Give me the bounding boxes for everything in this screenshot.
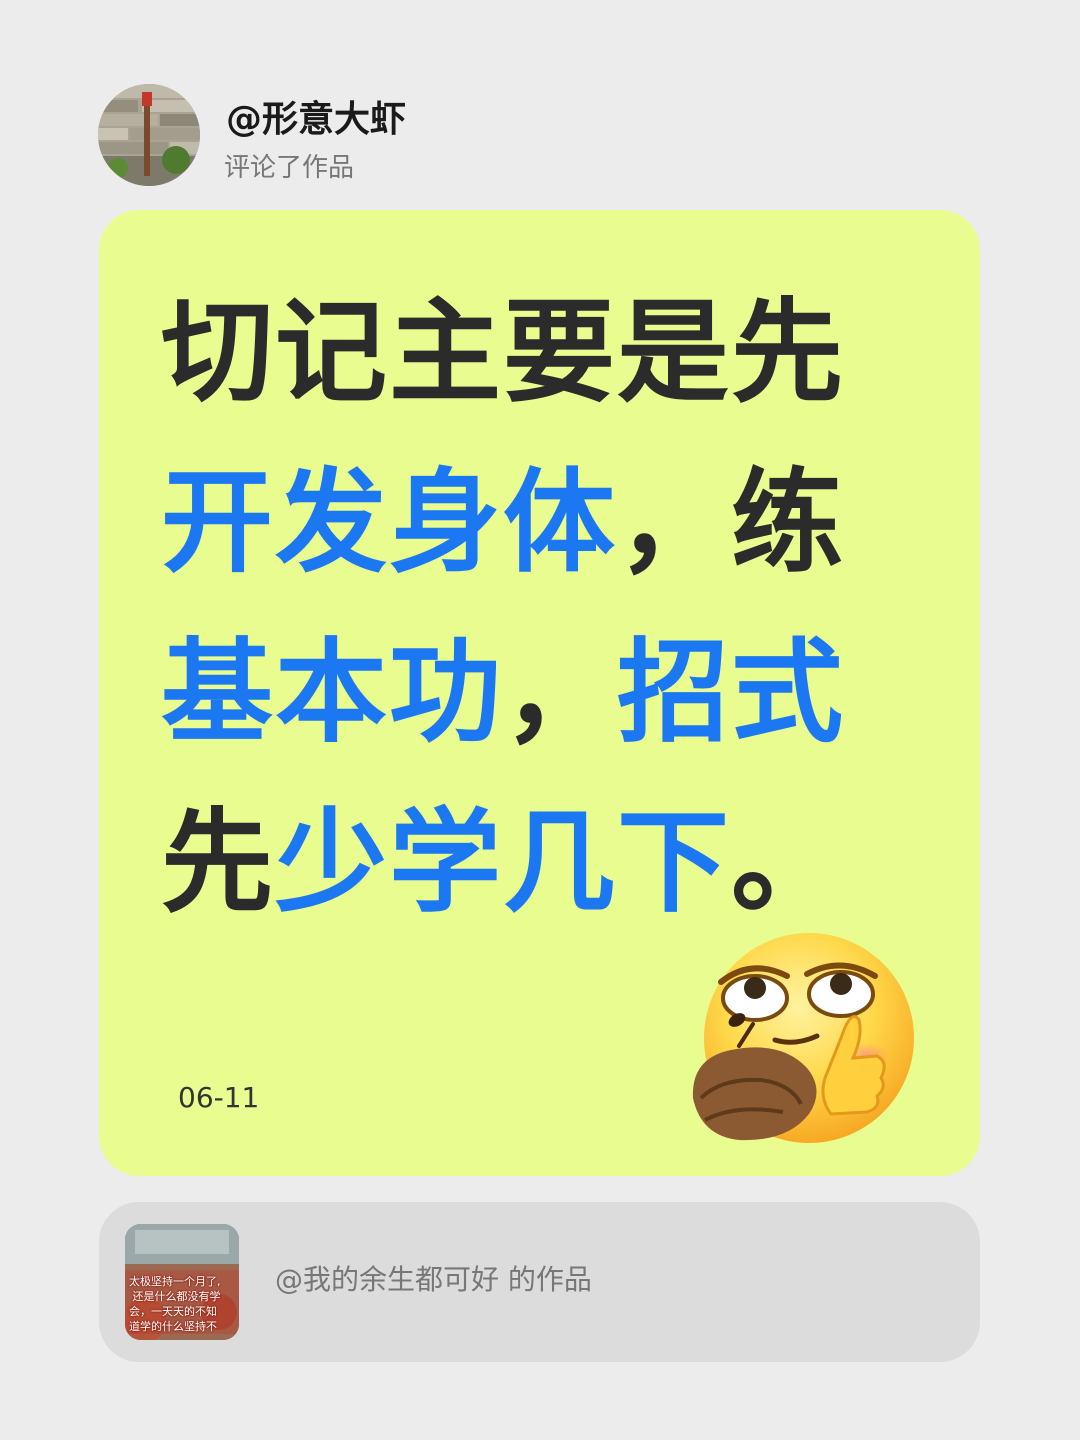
work-title[interactable]: @我的余生都可好 的作品 (275, 1260, 592, 1300)
avatar-image (98, 84, 200, 186)
comment-action-label: 评论了作品 (224, 153, 355, 183)
username[interactable]: @形意大虾 (226, 96, 406, 144)
comment-text: 切记主要是先 开发身体，练 基本功，招式 先少学几下。 (161, 268, 941, 948)
comment-segment: ， (503, 628, 617, 758)
comment-line: 开发身体，练 (161, 438, 941, 608)
comment-segment-highlight: 招式 (617, 628, 845, 758)
thumbnail-caption: 太极坚持一个月了, 还是什么都没有学 会，一天天的不知 道学的什么坚持不 (129, 1275, 221, 1333)
comment-segment: 。 (731, 798, 845, 928)
work-thumbnail[interactable]: 太极坚持一个月了, 还是什么都没有学 会，一天天的不知 道学的什么坚持不 (125, 1224, 239, 1340)
comment-segment-highlight: 开发身体 (161, 458, 617, 588)
comment-segment: 先 (161, 798, 275, 928)
referenced-work-card[interactable]: 太极坚持一个月了, 还是什么都没有学 会，一天天的不知 道学的什么坚持不 @我的… (99, 1202, 980, 1362)
comment-line: 基本功，招式 (161, 608, 941, 778)
comment-line: 先少学几下。 (161, 778, 941, 948)
comment-segment: ，练 (617, 458, 845, 588)
comment-line: 切记主要是先 (161, 268, 941, 438)
comment-segment: 切记主要是先 (161, 288, 845, 418)
comment-card[interactable]: 切记主要是先 开发身体，练 基本功，招式 先少学几下。 06-11 (99, 210, 980, 1176)
smirking-thinking-emoji-icon (692, 933, 914, 1143)
comment-segment-highlight: 少学几下 (275, 798, 731, 928)
comment-segment-highlight: 基本功 (161, 628, 503, 758)
comment-date: 06-11 (178, 1081, 260, 1114)
avatar[interactable] (98, 84, 200, 186)
